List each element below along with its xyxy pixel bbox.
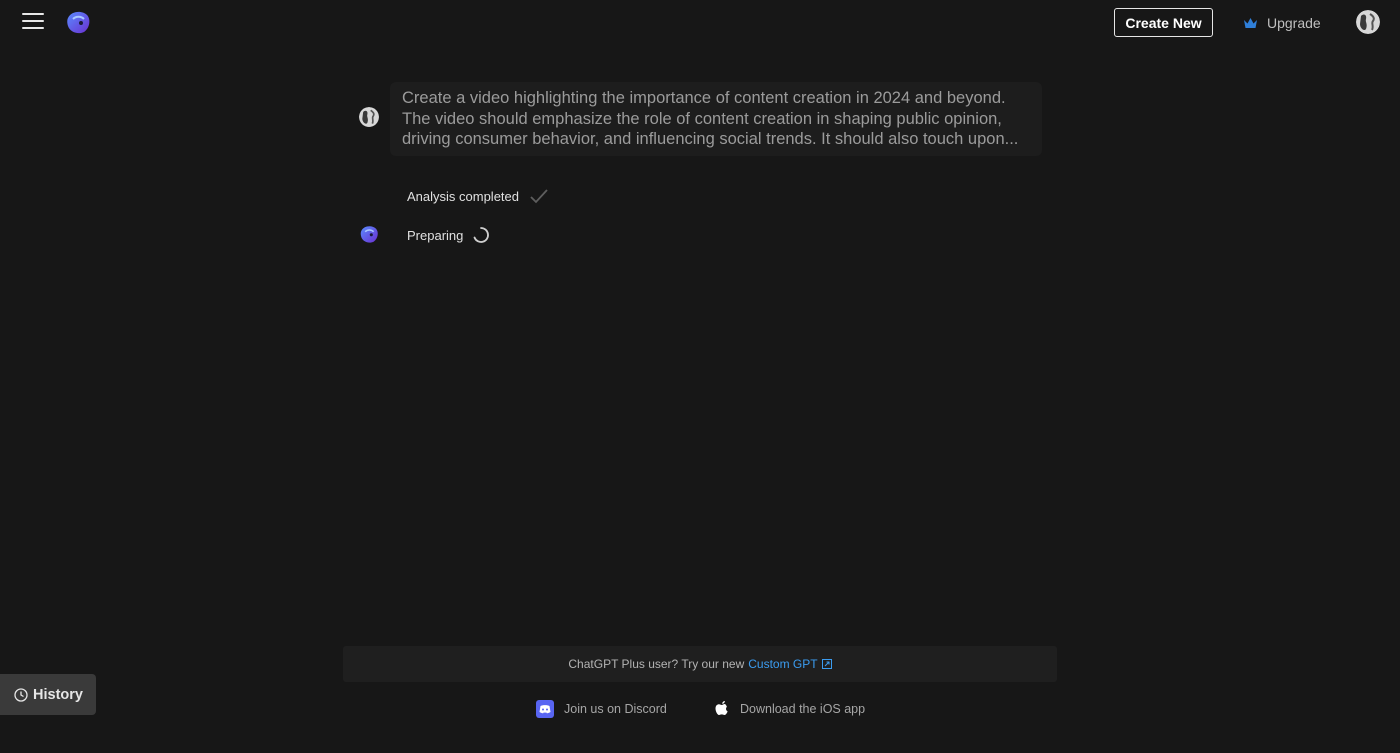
analysis-status: Analysis completed bbox=[407, 186, 549, 206]
loading-spinner-icon bbox=[473, 227, 490, 243]
user-avatar[interactable] bbox=[1356, 10, 1380, 34]
history-label: History bbox=[33, 686, 83, 703]
crown-icon bbox=[1244, 18, 1257, 28]
checkmark-icon bbox=[530, 189, 548, 204]
custom-gpt-banner: ChatGPT Plus user? Try our new Custom GP… bbox=[343, 646, 1057, 682]
user-message-avatar bbox=[359, 107, 379, 127]
preparing-status: Preparing bbox=[407, 225, 490, 245]
discord-link[interactable]: Join us on Discord bbox=[536, 699, 667, 719]
preparing-status-label: Preparing bbox=[407, 227, 464, 243]
prompt-line: driving consumer behavior, and influenci… bbox=[402, 130, 1019, 148]
top-bar: Create New Upgrade bbox=[0, 0, 1400, 46]
custom-gpt-link[interactable]: Custom GPT bbox=[748, 657, 832, 671]
hamburger-menu-icon[interactable] bbox=[22, 13, 44, 31]
ios-app-link[interactable]: Download the iOS app bbox=[714, 699, 865, 719]
app-logo-icon[interactable] bbox=[65, 9, 91, 35]
prompt-line: Create a video highlighting the importan… bbox=[402, 89, 1006, 107]
create-new-button[interactable]: Create New bbox=[1114, 8, 1213, 37]
assistant-avatar-icon bbox=[359, 224, 379, 244]
ios-app-link-label: Download the iOS app bbox=[740, 702, 866, 716]
discord-link-label: Join us on Discord bbox=[564, 702, 667, 716]
user-prompt-message: Create a video highlighting the importan… bbox=[390, 82, 1042, 156]
discord-icon bbox=[536, 700, 554, 718]
upgrade-button[interactable]: Upgrade bbox=[1243, 12, 1321, 34]
apple-icon bbox=[714, 700, 730, 718]
history-button[interactable]: History bbox=[0, 674, 96, 715]
custom-gpt-link-label: Custom GPT bbox=[748, 657, 818, 671]
analysis-status-label: Analysis completed bbox=[407, 188, 519, 204]
promo-text: ChatGPT Plus user? Try our new bbox=[568, 657, 745, 671]
prompt-line: The video should emphasize the role of c… bbox=[402, 109, 1002, 128]
external-link-icon bbox=[821, 659, 832, 669]
upgrade-label: Upgrade bbox=[1267, 15, 1321, 31]
clock-icon bbox=[14, 687, 28, 702]
